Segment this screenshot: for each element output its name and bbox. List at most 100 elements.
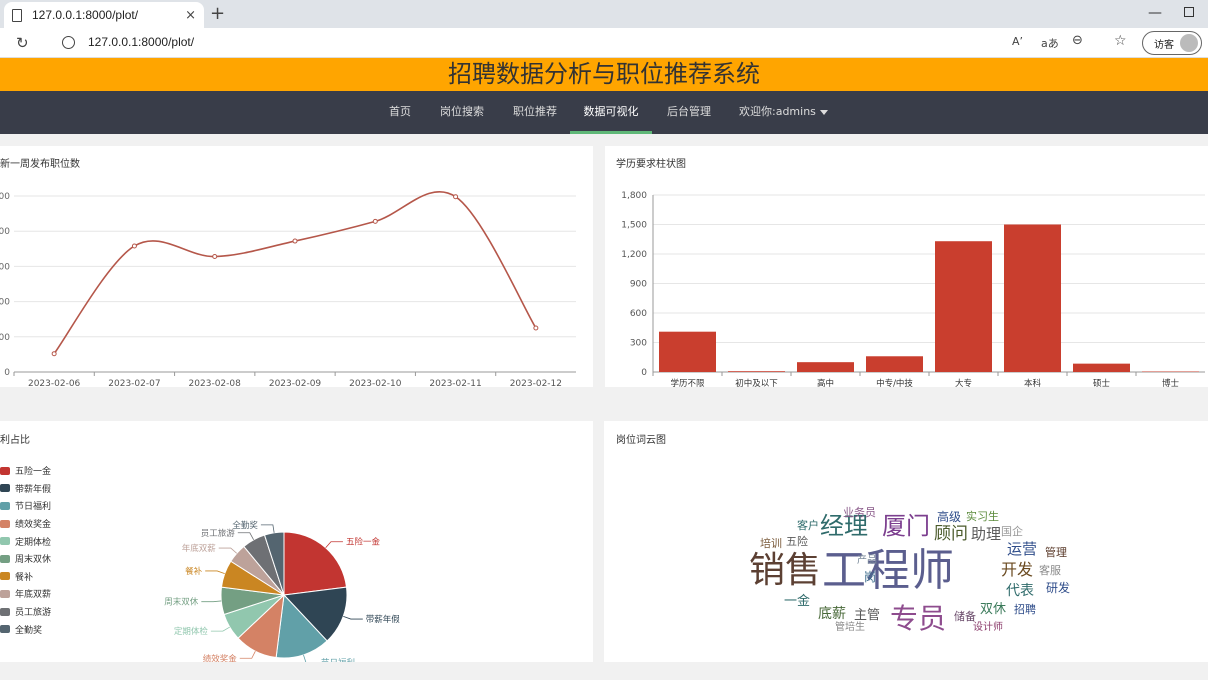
label-line [210, 626, 230, 632]
data-point [453, 194, 459, 200]
y-tick-label: 300 [630, 339, 647, 349]
y-tick-label: 00 [0, 298, 10, 308]
line-chart: 000000000002023-02-06 2023-02-07 2023-02-0… [0, 190, 576, 387]
wordcloud-word: 主管 [854, 608, 881, 623]
bar [728, 371, 785, 372]
slice-label: 员工旅游 [201, 528, 236, 539]
bar [797, 362, 854, 372]
user-greeting: 欢迎你:admins [739, 105, 816, 118]
label-line [218, 547, 238, 554]
nav-job-recommend[interactable]: 职位推荐 [513, 91, 557, 134]
bar-chart: 0 300 600 900 1,200 1,500 1,800 学历不限 初中及以下 高中 中专/中… [621, 191, 1205, 387]
wordcloud-word: 运营 [1007, 540, 1038, 558]
x-tick-label: 初中及以下 [735, 378, 778, 387]
label-line [343, 615, 363, 620]
wordcloud-word: 储备 [954, 610, 976, 623]
y-tick-label: 00 [0, 262, 10, 272]
slice-label: 年底双薪 [182, 543, 217, 554]
wordcloud-word: 客服 [1039, 564, 1061, 577]
bar [1004, 224, 1061, 372]
address-bar: ↻ 127.0.0.1:8000/plot/ A’ aあ ⊖ ☆ 访客 [0, 28, 1208, 58]
wordcloud-word: 设计师 [973, 622, 1003, 633]
nav-admin[interactable]: 后台管理 [667, 91, 711, 134]
minimize-button[interactable]: — [1148, 5, 1162, 21]
x-tick-label: 高中 [817, 378, 834, 387]
wordcloud-word: 业务员 [843, 506, 876, 519]
close-tab-icon[interactable]: × [185, 8, 196, 23]
bar [866, 356, 923, 372]
slice-label: 节日福利 [321, 658, 355, 662]
y-tick-label: 00 [0, 192, 10, 202]
wordcloud-word: 管理 [1045, 546, 1067, 559]
slice-label: 全勤奖 [232, 520, 258, 531]
y-tick-label: 0 [641, 368, 647, 378]
url-input[interactable]: 127.0.0.1:8000/plot/ [88, 35, 194, 49]
reload-icon[interactable]: ↻ [16, 34, 29, 52]
label-line [205, 570, 225, 575]
wordcloud-word: 专员 [890, 602, 947, 635]
data-point [533, 325, 539, 331]
x-tick-label: 2023-02-08 [189, 379, 242, 387]
slice-label: 定期体检 [174, 626, 209, 637]
wordcloud-word: 管培生 [835, 622, 865, 633]
wordcloud-word: 开发 [1001, 560, 1034, 579]
wordcloud-word: 双休 [980, 602, 1007, 617]
y-tick-label: 1,500 [621, 221, 647, 231]
zoom-icon[interactable]: ⊖ [1072, 33, 1083, 48]
immersive-reader-icon[interactable]: aあ [1041, 35, 1059, 51]
x-tick-label: 硕士 [1093, 378, 1111, 387]
maximize-button[interactable] [1184, 7, 1194, 17]
document-icon [12, 8, 22, 22]
data-point [372, 218, 378, 224]
wordcloud-word: 国企 [1001, 525, 1023, 538]
wordcloud-word: 岗 [864, 570, 877, 584]
wordcloud-word: 销售 [749, 550, 822, 591]
wordcloud-word: 一金 [784, 594, 811, 609]
slice-label: 绩效奖金 [203, 653, 238, 662]
pie-chart: 五险一金带薪年假节日福利 绩效奖金 定期体检 周末双休 餐补 年底双薪 员工旅游全勤奖 [164, 520, 400, 662]
nav-user-menu[interactable]: 欢迎你:admins [739, 91, 828, 134]
y-tick-label: 1,200 [621, 250, 647, 260]
wordcloud-word: 实习生 [966, 510, 999, 523]
x-tick-label: 2023-02-06 [28, 379, 81, 387]
x-tick-label: 博士 [1162, 378, 1180, 387]
slice-label: 餐补 [185, 566, 203, 577]
browser-tabstrip: 127.0.0.1:8000/plot/ × + — [0, 0, 1208, 28]
favorites-icon[interactable]: ☆ [1114, 33, 1127, 49]
x-tick-label: 学历不限 [670, 378, 705, 387]
site-title: 招聘数据分析与职位推荐系统 [0, 58, 1208, 91]
chevron-down-icon [819, 109, 828, 115]
x-tick-label: 2023-02-12 [510, 379, 562, 387]
read-aloud-icon[interactable]: A’ [1012, 35, 1023, 48]
wordcloud-word: 工程师 [822, 545, 954, 596]
wordcloud-word: 研发 [1046, 581, 1071, 595]
wordcloud-word: 产品 [857, 555, 877, 566]
wordcloud: 工程师 销售 经理 厦门 专员 顾问 助理 运营 开发 代表 高级 实习生 业务员 客户 培训 五险 产品岗管理… [604, 421, 1208, 662]
y-tick-label: 900 [630, 280, 647, 290]
x-tick-label: 大专 [955, 378, 972, 387]
data-point [292, 238, 298, 244]
site-info-icon[interactable] [62, 36, 75, 49]
x-tick-label: 2023-02-10 [349, 379, 402, 387]
new-tab-button[interactable]: + [210, 3, 225, 24]
bar [659, 331, 716, 372]
label-line [325, 541, 343, 549]
x-tick-label: 2023-02-07 [108, 379, 160, 387]
browser-tab[interactable]: 127.0.0.1:8000/plot/ × [4, 2, 204, 28]
avatar [1180, 34, 1198, 52]
tab-title: 127.0.0.1:8000/plot/ [32, 8, 139, 22]
profile-button[interactable]: 访客 [1142, 31, 1202, 55]
data-point [131, 243, 137, 249]
wordcloud-word: 助理 [971, 525, 1002, 543]
bar [935, 241, 992, 372]
nav-job-search[interactable]: 岗位搜索 [440, 91, 484, 134]
wordcloud-word: 客户 [797, 519, 819, 532]
wordcloud-word: 顾问 [934, 524, 968, 544]
nav-data-visualization[interactable]: 数据可视化 [570, 91, 652, 134]
wordcloud-word: 高级 [937, 510, 962, 524]
nav-home[interactable]: 首页 [389, 91, 411, 134]
label-line [260, 524, 275, 533]
x-tick-label: 本科 [1024, 378, 1042, 387]
y-tick-label: 600 [630, 309, 647, 319]
wordcloud-word: 培训 [760, 537, 782, 550]
